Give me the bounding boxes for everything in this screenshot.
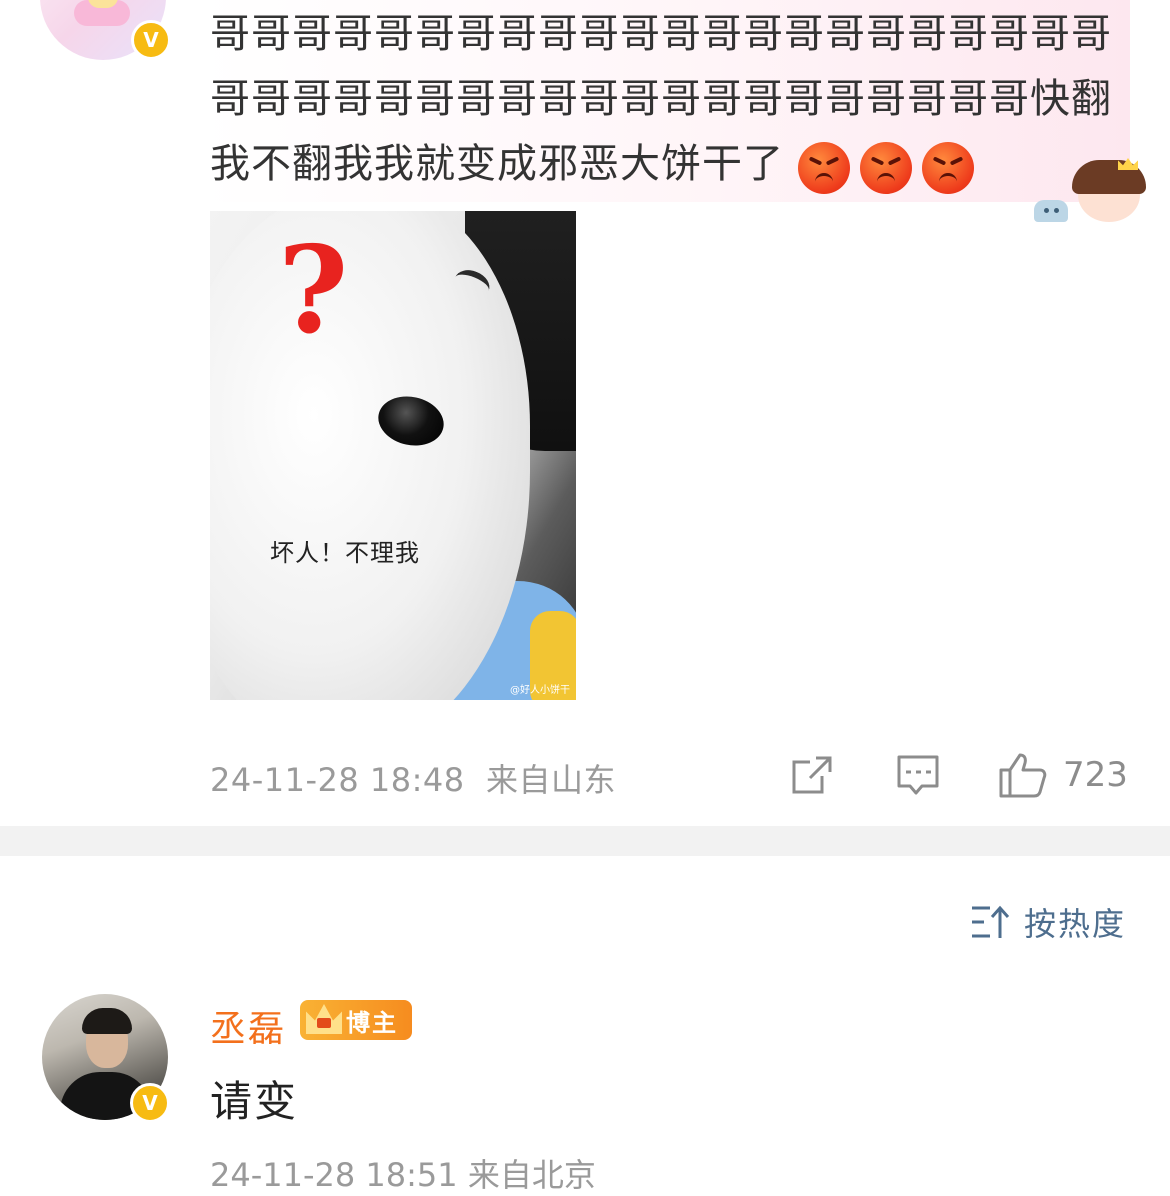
comment-icon[interactable] xyxy=(896,754,940,802)
thumbs-up-icon[interactable] xyxy=(998,752,1048,802)
like-count: 723 xyxy=(1063,755,1128,795)
question-mark-overlay: ? xyxy=(278,220,349,361)
verified-badge-icon: V xyxy=(130,1083,170,1123)
crown-icon xyxy=(300,1000,346,1040)
blogger-badge: 博主 xyxy=(300,1000,412,1040)
blogger-badge-label: 博主 xyxy=(346,1008,398,1037)
sort-label: 按热度 xyxy=(1023,905,1126,943)
cartoon-boy-sticker-icon xyxy=(1070,158,1148,224)
comment-text-content: 哥哥哥哥哥哥哥哥哥哥哥哥哥哥哥哥哥哥哥哥哥哥哥哥哥哥哥哥哥哥哥哥哥哥哥哥哥哥哥哥… xyxy=(210,11,1112,187)
verified-badge-icon: V xyxy=(131,20,171,60)
location: 来自山东 xyxy=(485,761,616,799)
reply-username[interactable]: 丞磊 xyxy=(210,1000,286,1052)
angry-face-icon xyxy=(922,141,974,194)
reply-text: 请变 xyxy=(210,1077,299,1126)
angry-face-icon xyxy=(798,141,850,194)
repost-icon[interactable] xyxy=(790,754,834,800)
image-caption-overlay: 坏人！不理我 xyxy=(270,539,420,567)
sort-by-hot-button[interactable]: 按热度 xyxy=(970,900,1126,944)
section-divider xyxy=(0,826,1170,856)
image-watermark: @好人小饼干 xyxy=(510,685,570,696)
timestamp: 24-11-28 18:48 xyxy=(210,761,465,799)
sort-icon xyxy=(971,905,1010,938)
comment-image[interactable]: ? 坏人！不理我 @好人小饼干 xyxy=(210,211,576,700)
comment-card: V 哥哥哥哥哥哥哥哥哥哥哥哥哥哥哥哥哥哥哥哥哥哥哥哥哥哥哥哥哥哥哥哥哥哥哥哥哥哥… xyxy=(0,0,1170,826)
reply-meta: 24-11-28 18:51 来自北京 xyxy=(210,1156,596,1194)
angry-face-icon xyxy=(860,141,912,194)
emoji-group xyxy=(788,134,974,199)
robot-sticker-icon xyxy=(1030,192,1072,222)
comment-meta: 24-11-28 18:48 来自山东 xyxy=(210,755,616,801)
comment-text: 哥哥哥哥哥哥哥哥哥哥哥哥哥哥哥哥哥哥哥哥哥哥哥哥哥哥哥哥哥哥哥哥哥哥哥哥哥哥哥哥… xyxy=(210,2,1115,199)
